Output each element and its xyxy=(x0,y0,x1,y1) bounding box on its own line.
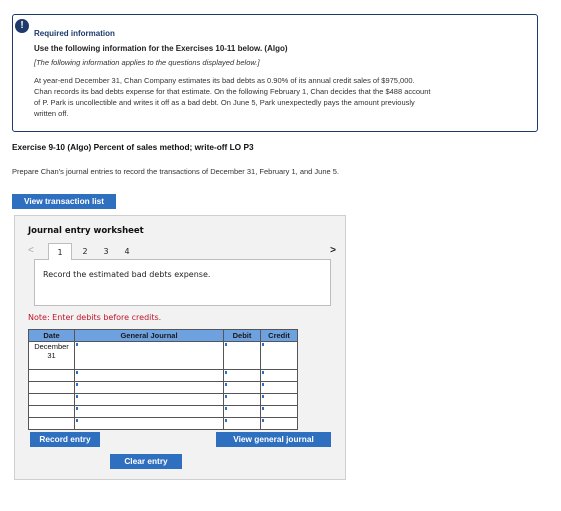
chevron-left-icon[interactable]: < xyxy=(28,245,34,256)
header-debit: Debit xyxy=(223,329,261,342)
required-info-subtitle: Use the following information for the Ex… xyxy=(34,44,288,53)
worksheet-tabs: < 1 2 3 4 > xyxy=(28,243,336,260)
debits-note: Note: Enter debits before credits. xyxy=(28,313,162,322)
tab-1[interactable]: 1 xyxy=(48,243,72,260)
record-instruction: Record the estimated bad debts expense. xyxy=(43,270,211,279)
debit-input[interactable] xyxy=(223,393,261,406)
table-row xyxy=(28,405,298,418)
alert-icon: ! xyxy=(15,19,29,33)
date-cell: December 31 xyxy=(28,341,75,370)
general-journal-input[interactable] xyxy=(74,417,224,430)
view-general-journal-button[interactable]: View general journal xyxy=(216,432,331,447)
journal-table: Date General Journal Debit Credit Decemb… xyxy=(28,329,298,430)
debit-input[interactable] xyxy=(223,381,261,394)
credit-input[interactable] xyxy=(260,393,298,406)
clear-entry-button[interactable]: Clear entry xyxy=(110,454,182,469)
credit-input[interactable] xyxy=(260,405,298,418)
record-entry-button[interactable]: Record entry xyxy=(30,432,100,447)
general-journal-input[interactable] xyxy=(74,381,224,394)
view-transaction-list-button[interactable]: View transaction list xyxy=(12,194,116,209)
header-general-journal: General Journal xyxy=(74,329,224,342)
worksheet-title: Journal entry worksheet xyxy=(28,226,144,236)
debit-input[interactable] xyxy=(223,417,261,430)
date-month: December xyxy=(34,342,69,351)
chevron-right-icon[interactable]: > xyxy=(330,245,336,256)
tab-4[interactable]: 4 xyxy=(115,243,139,260)
required-info-note: [The following information applies to th… xyxy=(34,58,260,67)
table-row xyxy=(28,381,298,394)
header-credit: Credit xyxy=(260,329,298,342)
table-row xyxy=(28,417,298,430)
general-journal-input[interactable] xyxy=(74,393,224,406)
general-journal-input[interactable] xyxy=(74,341,224,370)
required-info-title: Required information xyxy=(34,29,115,38)
debit-input[interactable] xyxy=(223,369,261,382)
table-row xyxy=(28,393,298,406)
general-journal-input[interactable] xyxy=(74,405,224,418)
date-cell xyxy=(28,381,75,394)
table-row xyxy=(28,369,298,382)
header-date: Date xyxy=(28,329,75,342)
debit-input[interactable] xyxy=(223,341,261,370)
exercise-title: Exercise 9-10 (Algo) Percent of sales me… xyxy=(12,142,254,152)
date-cell xyxy=(28,369,75,382)
date-day: 31 xyxy=(47,351,56,360)
exercise-instruction: Prepare Chan's journal entries to record… xyxy=(12,167,340,176)
journal-entry-worksheet: Journal entry worksheet < 1 2 3 4 > Reco… xyxy=(14,215,346,480)
date-cell xyxy=(28,417,75,430)
required-information-box: ! Required information Use the following… xyxy=(12,14,538,132)
credit-input[interactable] xyxy=(260,381,298,394)
credit-input[interactable] xyxy=(260,417,298,430)
required-info-body: At year-end December 31, Chan Company es… xyxy=(34,76,431,118)
credit-input[interactable] xyxy=(260,341,298,370)
debit-input[interactable] xyxy=(223,405,261,418)
table-row: December 31 xyxy=(28,341,298,370)
credit-input[interactable] xyxy=(260,369,298,382)
general-journal-input[interactable] xyxy=(74,369,224,382)
date-cell xyxy=(28,405,75,418)
date-cell xyxy=(28,393,75,406)
record-instruction-box: Record the estimated bad debts expense. xyxy=(34,259,331,306)
